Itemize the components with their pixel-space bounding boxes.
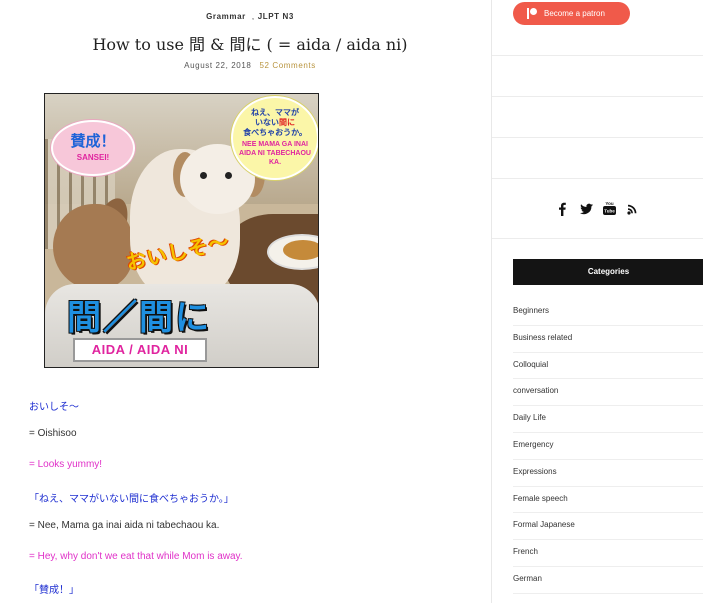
- article-line: = Hey, why don't we eat that while Mom i…: [29, 551, 243, 562]
- article-line: = Looks yummy!: [29, 459, 103, 470]
- social-links: You Tube: [492, 200, 703, 218]
- rss-icon[interactable]: [626, 201, 641, 217]
- category-item[interactable]: Emergency: [513, 433, 703, 460]
- image-romaji-label: AIDA / AIDA NI: [73, 338, 207, 362]
- rabbit-figure: [53, 204, 133, 289]
- svg-text:Tube: Tube: [605, 208, 616, 213]
- facebook-icon[interactable]: [555, 201, 570, 217]
- category-item[interactable]: Colloquial: [513, 353, 703, 380]
- bubble-right-japanese: ねえ、ママが いない間に 食べちゃおうか。: [243, 108, 307, 137]
- category-item[interactable]: French: [513, 540, 703, 567]
- category-item[interactable]: Formal Japanese: [513, 513, 703, 541]
- article-line: = Oishisoo: [29, 428, 77, 439]
- category-item[interactable]: Business related: [513, 326, 703, 353]
- article-line: 「ねえ、ママがいない間に食べちゃおうか。」: [29, 494, 234, 505]
- post-categories: Grammar, JLPT N3: [206, 12, 294, 21]
- category-item[interactable]: Female speech: [513, 487, 703, 514]
- comments-link[interactable]: 52 Comments: [259, 61, 315, 70]
- bubble-right-romaji: NEE MAMA GA INAI AIDA NI TABECHAOU KA.: [239, 141, 311, 166]
- bubble-left-romaji: SANSEI!: [76, 153, 110, 162]
- article-line: 「賛成！」: [29, 585, 79, 596]
- sidebar-divider: [492, 137, 703, 138]
- svg-text:You: You: [606, 201, 614, 206]
- become-patron-button[interactable]: Become a patron: [513, 2, 630, 25]
- twitter-icon[interactable]: [579, 201, 594, 217]
- category-item[interactable]: conversation: [513, 379, 703, 407]
- category-item[interactable]: Expressions: [513, 460, 703, 487]
- post-title: How to use 間 & 間に ( = aida / aida ni): [92, 35, 408, 54]
- youtube-icon[interactable]: You Tube: [602, 201, 617, 217]
- bubble-left-japanese: 賛成！: [70, 133, 116, 150]
- speech-bubble-left: 賛成！ SANSEI!: [51, 120, 135, 176]
- category-link-jlpt-n3[interactable]: JLPT N3: [258, 12, 294, 21]
- post-meta: August 22, 2018 52 Comments: [0, 61, 500, 70]
- image-kanji-title: 間／間に: [67, 299, 211, 337]
- category-item[interactable]: Beginners: [513, 299, 703, 326]
- sidebar: Become a patron You Tube Categories Begin…: [491, 0, 703, 603]
- patreon-icon: [527, 8, 537, 19]
- category-link-grammar[interactable]: Grammar: [206, 12, 246, 21]
- sidebar-divider: [492, 178, 703, 179]
- main-content: Grammar, JLPT N3 How to use 間 & 間に ( = ai…: [0, 0, 492, 603]
- category-item[interactable]: Daily Life: [513, 406, 703, 433]
- sidebar-divider: [492, 55, 703, 56]
- speech-bubble-right: ねえ、ママが いない間に 食べちゃおうか。 NEE MAMA GA INAI AID…: [231, 96, 318, 180]
- post-date: August 22, 2018: [184, 61, 252, 70]
- category-item[interactable]: German: [513, 567, 703, 594]
- article-line: = Nee, Mama ga inai aida ni tabechaou ka…: [29, 520, 220, 531]
- featured-image: 賛成！ SANSEI! ねえ、ママが いない間に 食べちゃおうか。 NEE MAMA…: [44, 93, 319, 368]
- sidebar-divider: [492, 238, 703, 239]
- sidebar-divider: [492, 96, 703, 97]
- patron-button-label: Become a patron: [544, 9, 605, 18]
- categories-heading: Categories: [513, 259, 703, 285]
- categories-list: Beginners Business related Colloquial co…: [513, 299, 703, 594]
- article-line: おいしそ〜: [29, 402, 79, 413]
